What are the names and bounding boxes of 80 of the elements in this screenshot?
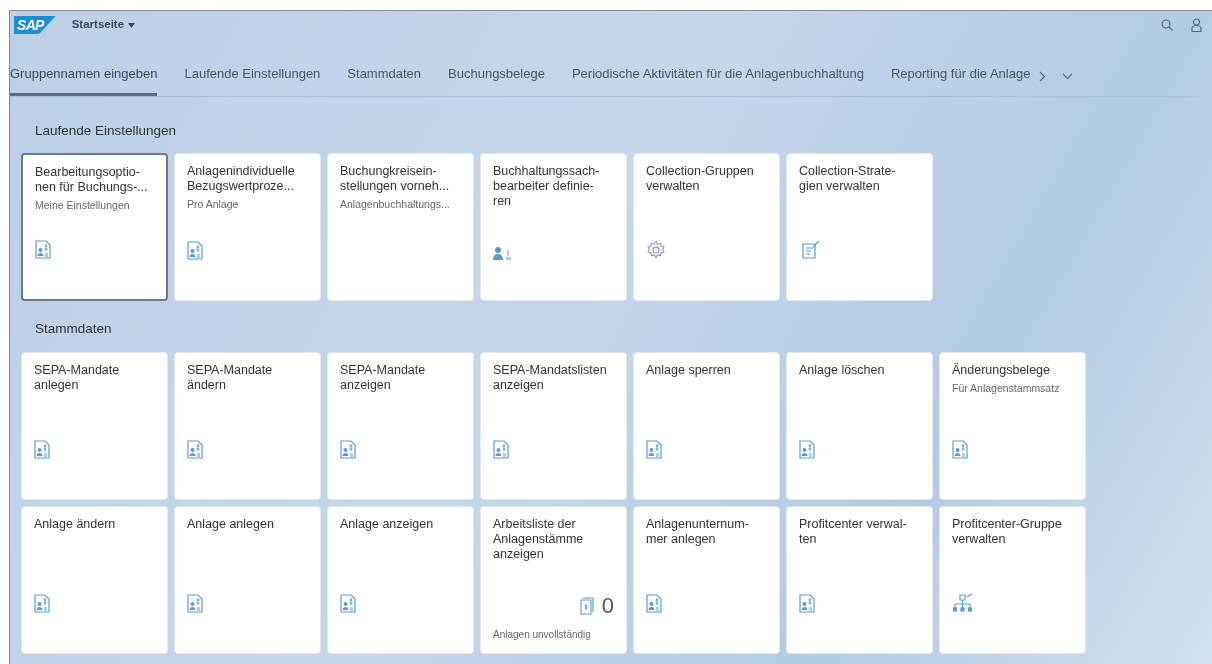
settings-icon <box>646 240 666 261</box>
edit-form-icon <box>799 240 821 261</box>
group-tab[interactable]: Reporting für die Anlage <box>890 59 1031 96</box>
group-tab[interactable]: Periodische Aktivitäten für die Anlagenbuchhaltung <box>571 59 864 96</box>
app-tile[interactable]: Anlage löschen <box>786 351 933 500</box>
group-tab[interactable]: Stammdaten <box>347 59 422 96</box>
tile-subtitle: Meine Einstellungen <box>35 199 131 213</box>
tile-title: Buchhaltungssach- bearbeiter definie- ren <box>493 164 601 210</box>
tile-title: Anlagenindividuelle Bezugswertproze... <box>187 164 296 195</box>
document-person-dollar-icon <box>187 241 203 261</box>
document-person-dollar-icon <box>187 439 203 459</box>
tile-title: SEPA-Mandate ändern <box>187 362 274 393</box>
tile-title: Profitcenter verwal- ten <box>799 516 908 547</box>
tile-title: Buchungkreisein- stellungen vorneh... <box>340 164 451 195</box>
tile-title: Anlage ändern <box>34 516 117 532</box>
app-tile[interactable]: Collection-Strate- gien verwalten <box>786 153 933 302</box>
home-menu-button[interactable]: Startseite <box>71 16 136 34</box>
caret-icon <box>128 22 136 28</box>
document-person-dollar-icon <box>34 593 50 613</box>
logo[interactable]: SAP <box>14 16 56 34</box>
document-person-dollar-icon <box>35 240 51 260</box>
app-tile[interactable]: SEPA-Mandate anlegen <box>21 351 168 500</box>
app-tile[interactable]: Buchungkreisein- stellungen vorneh... Anlagenbuchhaltungs... <box>327 153 474 302</box>
document-person-dollar-icon <box>340 593 356 613</box>
app-tile[interactable]: Anlage ändern <box>21 505 168 654</box>
tile-title: Anlage löschen <box>799 362 886 378</box>
tile-title: Collection-Strate- gien verwalten <box>799 164 897 195</box>
document-dollar-icon <box>579 596 594 615</box>
tile-title: Anlagenunternum- mer anlegen <box>646 516 750 547</box>
app-tile[interactable]: SEPA-Mandate ändern <box>174 351 321 500</box>
app-tile[interactable]: Änderungsbelege Für Anlagenstammsatz <box>939 351 1086 500</box>
tile-title: Bearbeitungsoptio- nen für Buchungs-... <box>35 165 149 196</box>
search-icon[interactable] <box>1161 19 1173 31</box>
document-person-dollar-icon <box>799 593 815 613</box>
document-person-dollar-icon <box>799 439 815 459</box>
section-title: Stammdaten <box>35 320 113 339</box>
document-person-dollar-icon <box>646 439 662 459</box>
tile-title: Anlage anlegen <box>187 516 275 532</box>
tile-title: SEPA-Mandatslisten anzeigen <box>493 362 608 393</box>
tile-title: Anlage sperren <box>646 362 732 378</box>
tile-title: Profitcenter-Gruppe verwalten <box>952 516 1063 547</box>
tile-subtitle: Pro Anlage <box>187 198 240 212</box>
document-person-dollar-icon <box>493 439 509 459</box>
group-tab[interactable]: Buchungsbelege <box>448 59 545 96</box>
app-tile[interactable]: Collection-Gruppen verwalten <box>633 153 780 302</box>
tile-title: Anlage anzeigen <box>340 516 435 532</box>
tile-footer: Anlagen unvollständig <box>493 628 614 641</box>
document-person-dollar-icon <box>187 593 203 613</box>
group-tab[interactable]: Laufende Einstellungen <box>184 59 321 96</box>
hierarchy-icon <box>952 592 974 613</box>
tile-subtitle: Für Anlagenstammsatz <box>952 381 1061 395</box>
app-tile[interactable]: Anlage anzeigen <box>327 505 474 654</box>
tile-title: Änderungsbelege <box>952 362 1051 378</box>
app-tile[interactable]: Anlagenunternum- mer anlegen <box>633 505 780 654</box>
group-tab[interactable]: Gruppennamen eingeben <box>10 59 158 96</box>
person-icon <box>493 246 513 261</box>
tile-title: Collection-Gruppen verwalten <box>646 164 755 195</box>
app-tile[interactable]: Anlage sperren <box>633 351 780 500</box>
app-tile[interactable]: Arbeitsliste der Anlagenstämme anzeigen 0 Anlagen unvollständig <box>480 505 627 654</box>
tile-subtitle: Anlagenbuchhaltungs... <box>340 198 451 212</box>
document-person-dollar-icon <box>952 439 968 459</box>
tile-title: SEPA-Mandate anlegen <box>34 362 121 393</box>
document-person-dollar-icon <box>34 439 50 459</box>
app-tile[interactable]: Profitcenter verwal- ten <box>786 505 933 654</box>
app-tile[interactable]: Buchhaltungssach- bearbeiter definie- ren <box>480 153 627 302</box>
document-person-dollar-icon <box>340 439 356 459</box>
section-title: Laufende Einstellungen <box>35 122 178 140</box>
app-tile[interactable]: SEPA-Mandatslisten anzeigen <box>480 351 627 500</box>
user-icon[interactable] <box>1191 18 1202 32</box>
app-tile[interactable]: SEPA-Mandate anzeigen <box>327 351 474 500</box>
tile-count: 0 <box>601 594 614 617</box>
tile-title: Arbeitsliste der Anlagenstämme anzeigen <box>493 516 585 562</box>
app-tile[interactable]: Anlagenindividuelle Bezugswertproze... Pro Anlage <box>174 153 321 302</box>
app-tile[interactable]: Profitcenter-Gruppe verwalten <box>939 505 1086 654</box>
app-tile[interactable]: Bearbeitungsoptio- nen für Buchungs-... Meine Einstellungen <box>21 153 168 302</box>
tile-title: SEPA-Mandate anzeigen <box>340 362 427 393</box>
chevron-right-icon[interactable] <box>1039 71 1047 82</box>
app-tile[interactable]: Anlage anlegen <box>174 505 321 654</box>
document-person-dollar-icon <box>646 593 662 613</box>
chevron-down-icon[interactable] <box>1062 73 1074 80</box>
